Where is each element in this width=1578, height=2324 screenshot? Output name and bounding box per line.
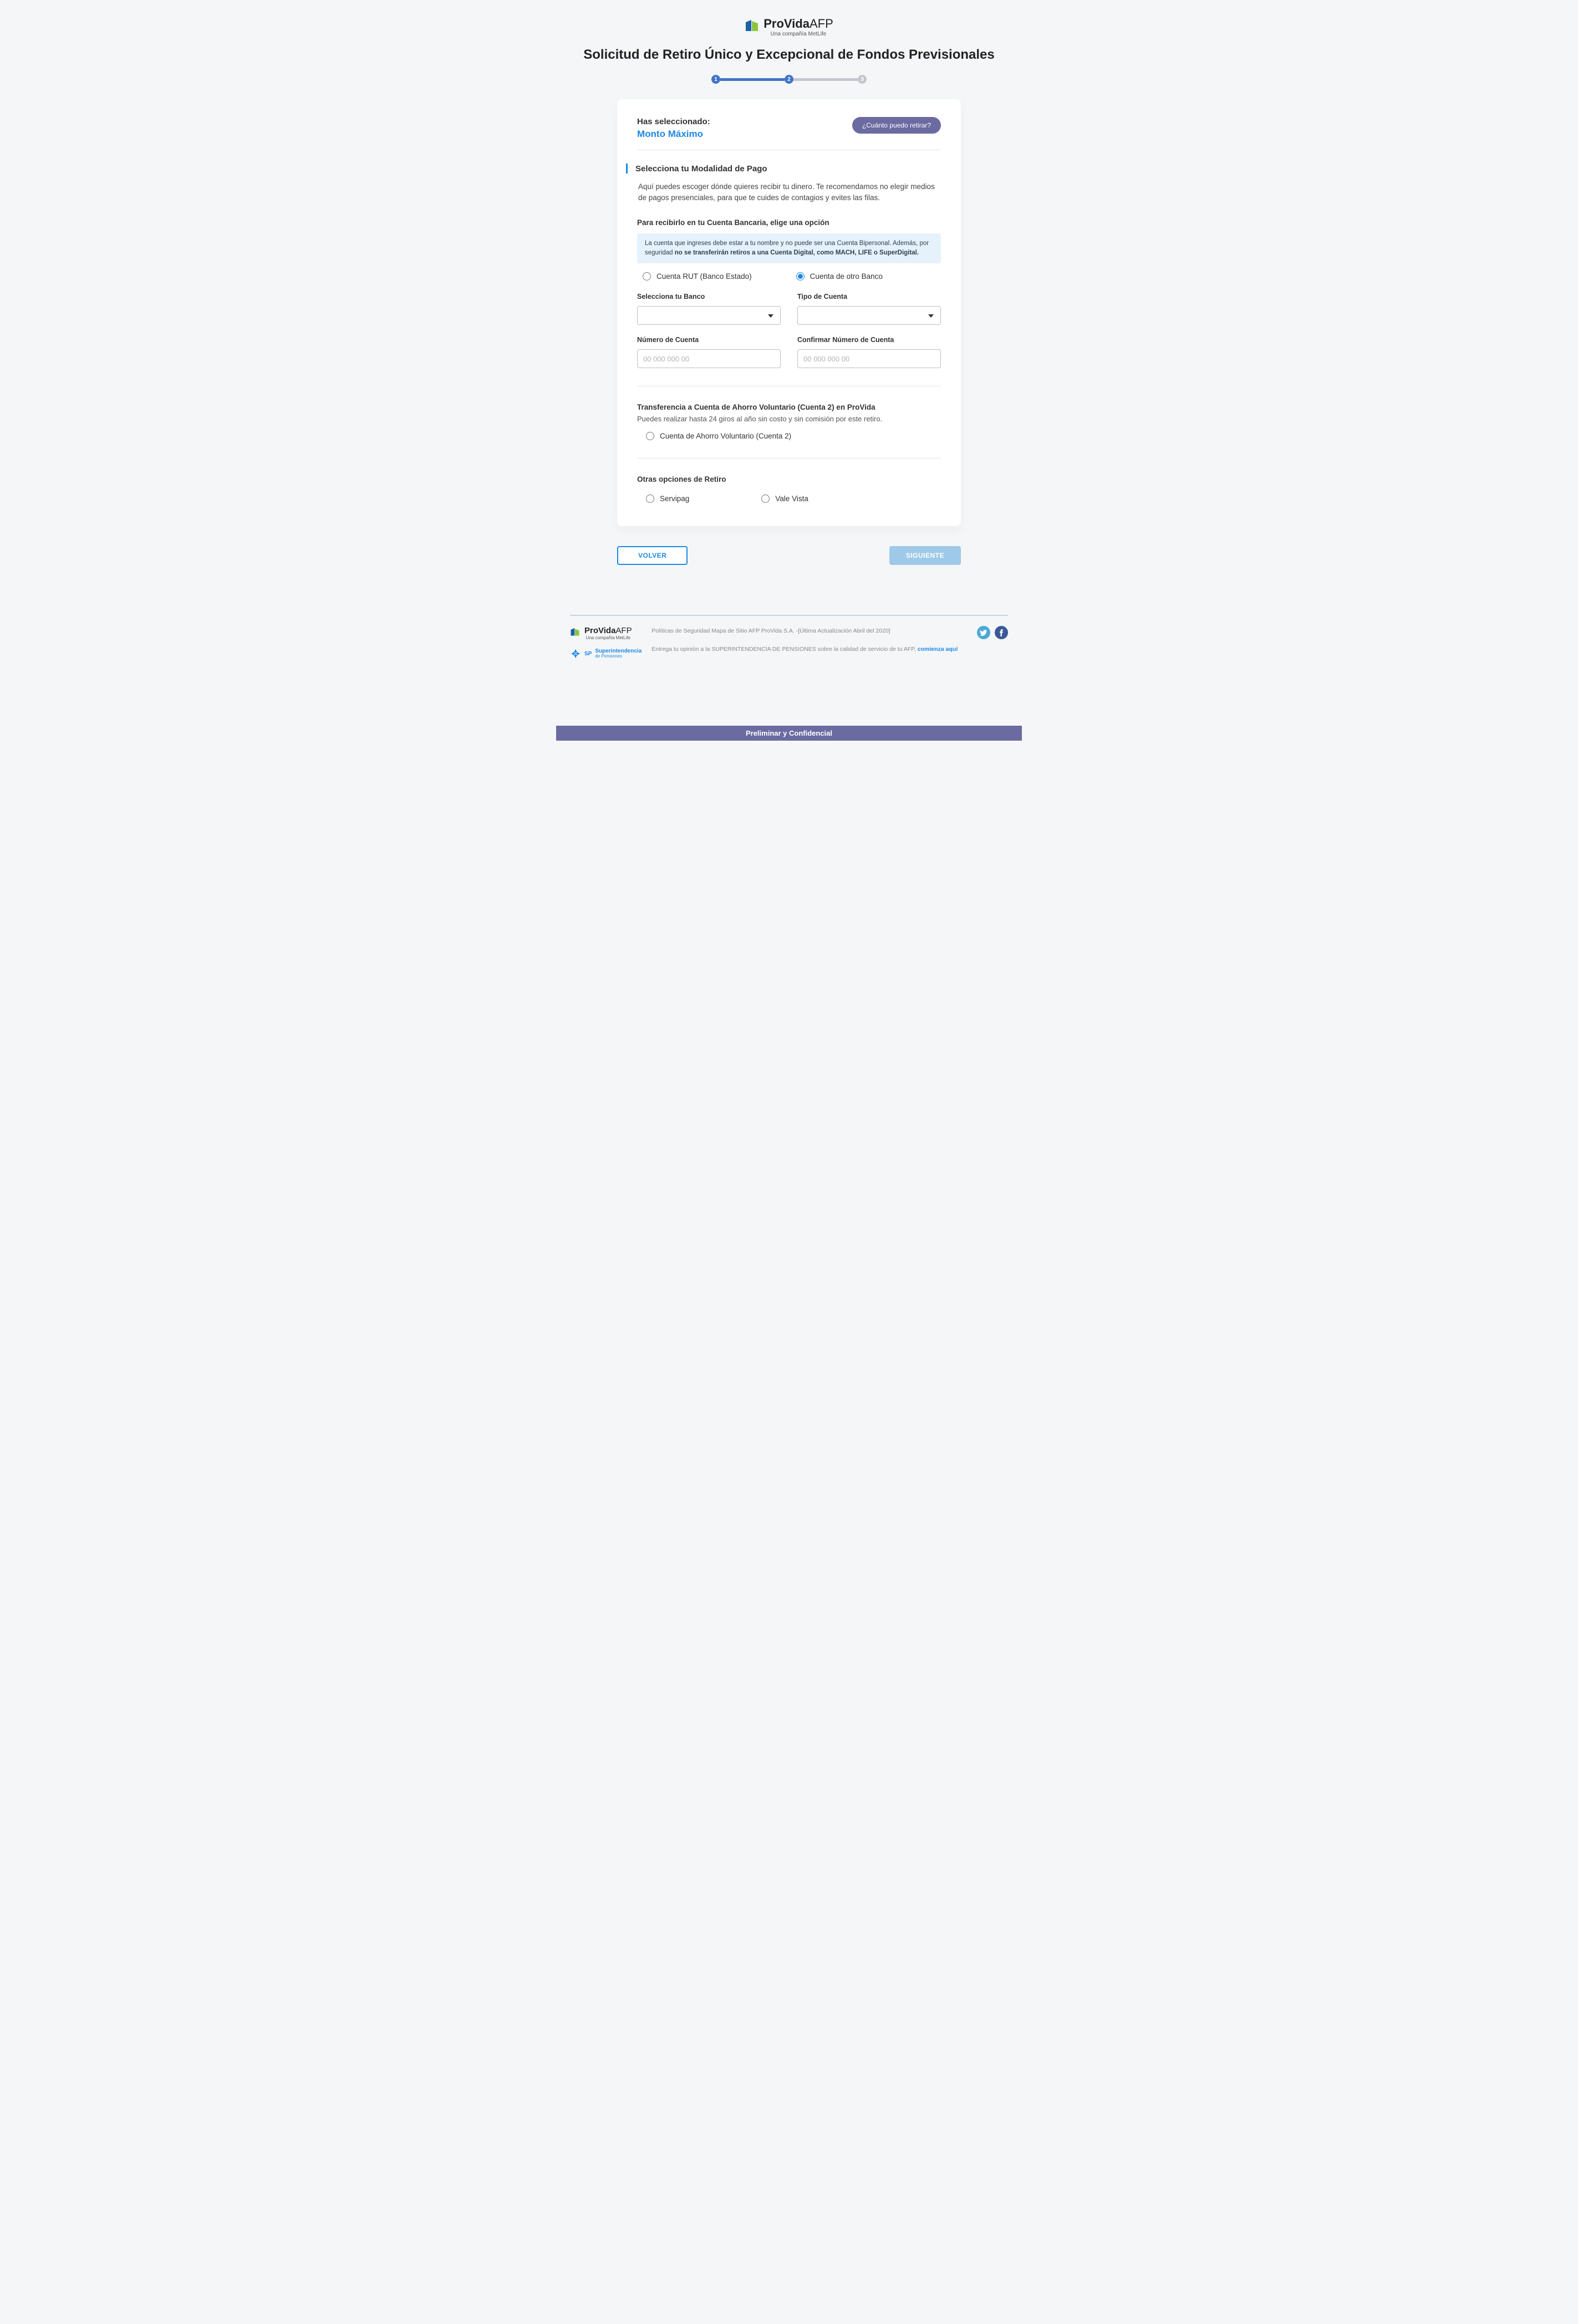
confidential-bar: Preliminar y Confidencial bbox=[556, 726, 1022, 741]
facebook-icon[interactable] bbox=[995, 626, 1008, 639]
payment-mode-title: Selecciona tu Modalidad de Pago bbox=[635, 164, 767, 174]
step-2: 2 bbox=[785, 75, 793, 84]
step-3: 3 bbox=[858, 75, 867, 84]
radio-otro-banco-input[interactable] bbox=[796, 272, 805, 281]
radio-ahorro-voluntario-label: Cuenta de Ahorro Voluntario (Cuenta 2) bbox=[660, 432, 791, 440]
radio-cuenta-rut[interactable]: Cuenta RUT (Banco Estado) bbox=[643, 272, 752, 281]
footer-opinion-line: Entrega tu opinión a la SUPERINTENDENCIA… bbox=[651, 646, 918, 653]
radio-ahorro-voluntario[interactable]: Cuenta de Ahorro Voluntario (Cuenta 2) bbox=[646, 432, 941, 440]
sp-logo: SP Superintendencia de Pensiones bbox=[570, 648, 642, 659]
radio-vale-vista[interactable]: Vale Vista bbox=[761, 495, 808, 503]
sp-logo-icon bbox=[570, 648, 581, 659]
twitter-icon[interactable] bbox=[977, 626, 990, 639]
radio-otro-banco[interactable]: Cuenta de otro Banco bbox=[796, 272, 883, 281]
account-number-label: Número de Cuenta bbox=[637, 336, 781, 344]
radio-otro-banco-label: Cuenta de otro Banco bbox=[810, 272, 883, 281]
form-card: Has seleccionado: Monto Máximo ¿Cuánto p… bbox=[617, 99, 961, 526]
brand-suffix: AFP bbox=[810, 17, 833, 30]
social-links bbox=[977, 626, 1008, 639]
how-much-button[interactable]: ¿Cuánto puedo retirar? bbox=[852, 117, 941, 134]
radio-servipag-input[interactable] bbox=[646, 495, 654, 503]
radio-vale-vista-input[interactable] bbox=[761, 495, 770, 503]
brand-tagline: Una compañía MetLife bbox=[584, 635, 632, 640]
sp-sub: de Pensiones bbox=[595, 654, 642, 659]
next-button[interactable]: SIGUIENTE bbox=[889, 546, 961, 565]
payment-mode-description: Aquí puedes escoger dónde quieres recibi… bbox=[638, 181, 941, 204]
provida-logo: ProVidaAFP Una compañía MetLife bbox=[745, 17, 833, 37]
provida-logo-icon bbox=[570, 628, 580, 638]
section-accent-bar bbox=[626, 164, 628, 174]
back-button[interactable]: VOLVER bbox=[617, 546, 688, 565]
brand-tagline: Una compañía MetLife bbox=[763, 31, 833, 37]
selection-label: Has seleccionado: bbox=[637, 117, 710, 126]
radio-cuenta-rut-label: Cuenta RUT (Banco Estado) bbox=[656, 272, 752, 281]
step-bar-2 bbox=[793, 78, 858, 81]
brand-name: ProVida bbox=[763, 17, 810, 30]
footer-links-line: Políticas de Seguridad Mapa de Sitio AFP… bbox=[651, 626, 967, 636]
account-number-input[interactable] bbox=[637, 349, 781, 368]
provida-logo-icon bbox=[745, 20, 759, 34]
account-type-label: Tipo de Cuenta bbox=[797, 293, 941, 300]
payment-mode-heading: Selecciona tu Modalidad de Pago bbox=[637, 164, 941, 174]
bank-section-heading: Para recibirlo en tu Cuenta Bancaria, el… bbox=[637, 218, 941, 227]
page-title: Solicitud de Retiro Único y Excepcional … bbox=[539, 47, 1039, 63]
voluntary-heading: Transferencia a Cuenta de Ahorro Volunta… bbox=[637, 403, 941, 411]
brand-suffix: AFP bbox=[615, 626, 632, 635]
bank-info-box: La cuenta que ingreses debe estar a tu n… bbox=[637, 233, 941, 264]
footer-divider bbox=[570, 615, 1008, 616]
bank-select[interactable] bbox=[637, 306, 781, 325]
provida-logo-text: ProVidaAFP Una compañía MetLife bbox=[763, 17, 833, 37]
radio-cuenta-rut-input[interactable] bbox=[643, 272, 651, 281]
selection-value: Monto Máximo bbox=[637, 129, 710, 140]
bank-info-text-2: no se transferirán retiros a una Cuenta … bbox=[675, 249, 919, 256]
progress-stepper: 1 2 3 bbox=[711, 75, 867, 84]
footer: ProVidaAFP Una compañía MetLife SP Super… bbox=[564, 615, 1014, 659]
footer-opinion-link[interactable]: comienza aquí bbox=[918, 646, 958, 653]
radio-servipag-label: Servipag bbox=[660, 495, 689, 503]
step-bar-1 bbox=[720, 78, 785, 81]
voluntary-description: Puedes realizar hasta 24 giros al año si… bbox=[637, 415, 941, 423]
brand-header: ProVidaAFP Una compañía MetLife bbox=[539, 17, 1039, 37]
footer-provida-logo: ProVidaAFP Una compañía MetLife bbox=[570, 626, 642, 640]
step-1: 1 bbox=[711, 75, 720, 84]
account-type-select[interactable] bbox=[797, 306, 941, 325]
radio-vale-vista-label: Vale Vista bbox=[775, 495, 808, 503]
selection-block: Has seleccionado: Monto Máximo bbox=[637, 117, 710, 140]
confirm-number-input[interactable] bbox=[797, 349, 941, 368]
nav-row: VOLVER SIGUIENTE bbox=[617, 546, 961, 565]
radio-servipag[interactable]: Servipag bbox=[646, 495, 689, 503]
bank-select-label: Selecciona tu Banco bbox=[637, 293, 781, 300]
brand-name: ProVida bbox=[584, 626, 615, 635]
other-options-heading: Otras opciones de Retiro bbox=[637, 475, 941, 483]
radio-ahorro-voluntario-input[interactable] bbox=[646, 432, 654, 440]
confirm-number-label: Confirmar Número de Cuenta bbox=[797, 336, 941, 344]
footer-text: Políticas de Seguridad Mapa de Sitio AFP… bbox=[651, 626, 967, 655]
